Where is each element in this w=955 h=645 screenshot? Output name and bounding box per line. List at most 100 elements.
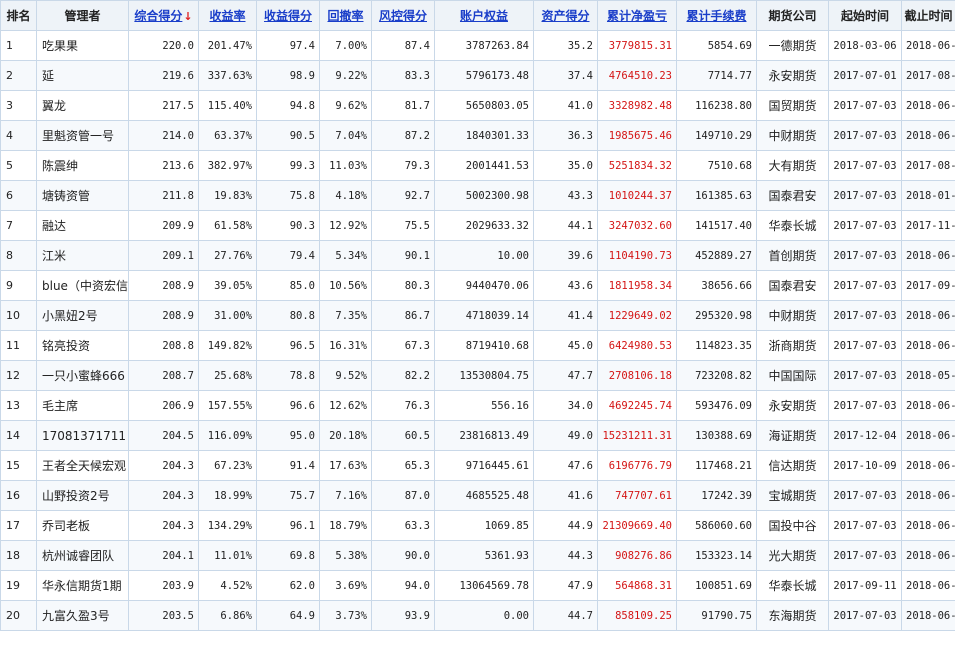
cell-drawdown-rate: 7.35% <box>319 300 372 331</box>
cell-rank: 6 <box>0 180 37 211</box>
cell-risk-score: 90.1 <box>371 240 435 271</box>
column-header-label[interactable]: 资产得分 <box>541 9 589 23</box>
cell-composite-score: 204.3 <box>128 480 199 511</box>
column-header-net-profit[interactable]: 累计净盈亏 <box>597 0 677 31</box>
cell-asset-score: 35.2 <box>533 30 598 61</box>
column-header-risk-score[interactable]: 风控得分 <box>371 0 435 31</box>
cell-end-date: 2017-11-24 <box>901 210 955 241</box>
cell-manager: 华永信期货1期 <box>36 570 129 601</box>
cell-composite-score: 206.9 <box>128 390 199 421</box>
cell-return-score: 85.0 <box>256 270 320 301</box>
cell-composite-score: 204.3 <box>128 510 199 541</box>
cell-drawdown-rate: 12.62% <box>319 390 372 421</box>
cell-futures-company: 国泰君安 <box>756 270 829 301</box>
cell-rank: 12 <box>0 360 37 391</box>
cell-asset-score: 44.1 <box>533 210 598 241</box>
cell-start-date: 2017-07-03 <box>828 510 902 541</box>
cell-risk-score: 81.7 <box>371 90 435 121</box>
cell-return-rate: 19.83% <box>198 180 257 211</box>
column-header-label[interactable]: 收益得分 <box>264 9 312 23</box>
cell-manager: 吃果果 <box>36 30 129 61</box>
table-row: 6 塘铸资管 211.8 19.83% 75.8 4.18% 92.7 5002300.98 4… <box>0 180 955 211</box>
cell-start-date: 2017-07-03 <box>828 360 902 391</box>
column-header-account-equity[interactable]: 账户权益 <box>434 0 534 31</box>
cell-end-date: 2018-06-06 <box>901 600 955 631</box>
cell-start-date: 2017-07-03 <box>828 600 902 631</box>
cell-net-profit: 15231211.31 <box>597 420 677 451</box>
cell-composite-score: 208.9 <box>128 300 199 331</box>
column-header-drawdown-rate[interactable]: 回撤率 <box>319 0 372 31</box>
cell-rank: 11 <box>0 330 37 361</box>
cell-drawdown-rate: 12.92% <box>319 210 372 241</box>
table-body: 1 吃果果 220.0 201.47% 97.4 7.00% 87.4 3787263.84 3… <box>0 30 955 631</box>
sort-desc-arrow-icon[interactable]: ↓ <box>183 10 192 23</box>
table-row: 1 吃果果 220.0 201.47% 97.4 7.00% 87.4 3787263.84 3… <box>0 30 955 61</box>
cell-drawdown-rate: 9.52% <box>319 360 372 391</box>
column-header-label: 截止时间 <box>904 9 953 23</box>
cell-futures-company: 中财期货 <box>756 300 829 331</box>
cell-total-fees: 149710.29 <box>676 120 757 151</box>
cell-return-rate: 115.40% <box>198 90 257 121</box>
column-header-total-fees[interactable]: 累计手续费 <box>676 0 757 31</box>
cell-start-date: 2017-07-03 <box>828 210 902 241</box>
cell-start-date: 2017-09-11 <box>828 570 902 601</box>
cell-total-fees: 117468.21 <box>676 450 757 481</box>
cell-drawdown-rate: 7.04% <box>319 120 372 151</box>
cell-drawdown-rate: 7.00% <box>319 30 372 61</box>
cell-futures-company: 华泰长城 <box>756 570 829 601</box>
cell-net-profit: 1104190.73 <box>597 240 677 271</box>
cell-manager: 乔司老板 <box>36 510 129 541</box>
cell-risk-score: 93.9 <box>371 600 435 631</box>
column-header-composite-score[interactable]: 综合得分↓ <box>128 0 199 31</box>
column-header-return-rate[interactable]: 收益率 <box>198 0 257 31</box>
column-header-label[interactable]: 回撤率 <box>327 9 363 23</box>
cell-risk-score: 87.0 <box>371 480 435 511</box>
cell-account-equity: 3787263.84 <box>434 30 534 61</box>
cell-risk-score: 86.7 <box>371 300 435 331</box>
cell-net-profit: 2708106.18 <box>597 360 677 391</box>
cell-end-date: 2018-06-06 <box>901 330 955 361</box>
column-header-return-score[interactable]: 收益得分 <box>256 0 320 31</box>
cell-total-fees: 130388.69 <box>676 420 757 451</box>
cell-risk-score: 80.3 <box>371 270 435 301</box>
cell-total-fees: 452889.27 <box>676 240 757 271</box>
column-header-label: 管理者 <box>64 9 101 23</box>
column-header-label: 期货公司 <box>768 9 817 23</box>
cell-start-date: 2017-07-03 <box>828 330 902 361</box>
cell-start-date: 2017-07-03 <box>828 150 902 181</box>
cell-asset-score: 47.9 <box>533 570 598 601</box>
column-header-label[interactable]: 累计手续费 <box>686 9 746 23</box>
cell-total-fees: 5854.69 <box>676 30 757 61</box>
column-header-asset-score[interactable]: 资产得分 <box>533 0 598 31</box>
cell-net-profit: 1229649.02 <box>597 300 677 331</box>
cell-start-date: 2017-07-03 <box>828 120 902 151</box>
cell-composite-score: 211.8 <box>128 180 199 211</box>
column-header-label[interactable]: 综合得分 <box>134 9 182 23</box>
cell-return-score: 98.9 <box>256 60 320 91</box>
cell-net-profit: 564868.31 <box>597 570 677 601</box>
cell-end-date: 2018-06-06 <box>901 480 955 511</box>
table-row: 7 融达 209.9 61.58% 90.3 12.92% 75.5 2029633.32 44… <box>0 210 955 241</box>
column-header-label[interactable]: 收益率 <box>209 9 245 23</box>
cell-account-equity: 13064569.78 <box>434 570 534 601</box>
cell-total-fees: 116238.80 <box>676 90 757 121</box>
column-header-label[interactable]: 账户权益 <box>460 9 508 23</box>
table-row: 13 毛主席 206.9 157.55% 96.6 12.62% 76.3 556.16 34.… <box>0 390 955 421</box>
cell-manager: 翼龙 <box>36 90 129 121</box>
cell-asset-score: 47.7 <box>533 360 598 391</box>
cell-asset-score: 41.6 <box>533 480 598 511</box>
column-header-label[interactable]: 累计净盈亏 <box>607 9 667 23</box>
cell-manager: 延 <box>36 60 129 91</box>
cell-net-profit: 3328982.48 <box>597 90 677 121</box>
cell-rank: 1 <box>0 30 37 61</box>
column-header-start-date: 起始时间 <box>828 0 902 31</box>
cell-account-equity: 10.00 <box>434 240 534 271</box>
cell-return-rate: 27.76% <box>198 240 257 271</box>
cell-account-equity: 8719410.68 <box>434 330 534 361</box>
cell-end-date: 2017-08-28 <box>901 60 955 91</box>
column-header-label[interactable]: 风控得分 <box>379 9 427 23</box>
table-row: 5 陈震绅 213.6 382.97% 99.3 11.03% 79.3 2001441.53… <box>0 150 955 181</box>
cell-start-date: 2017-07-03 <box>828 540 902 571</box>
cell-return-score: 96.5 <box>256 330 320 361</box>
cell-rank: 18 <box>0 540 37 571</box>
